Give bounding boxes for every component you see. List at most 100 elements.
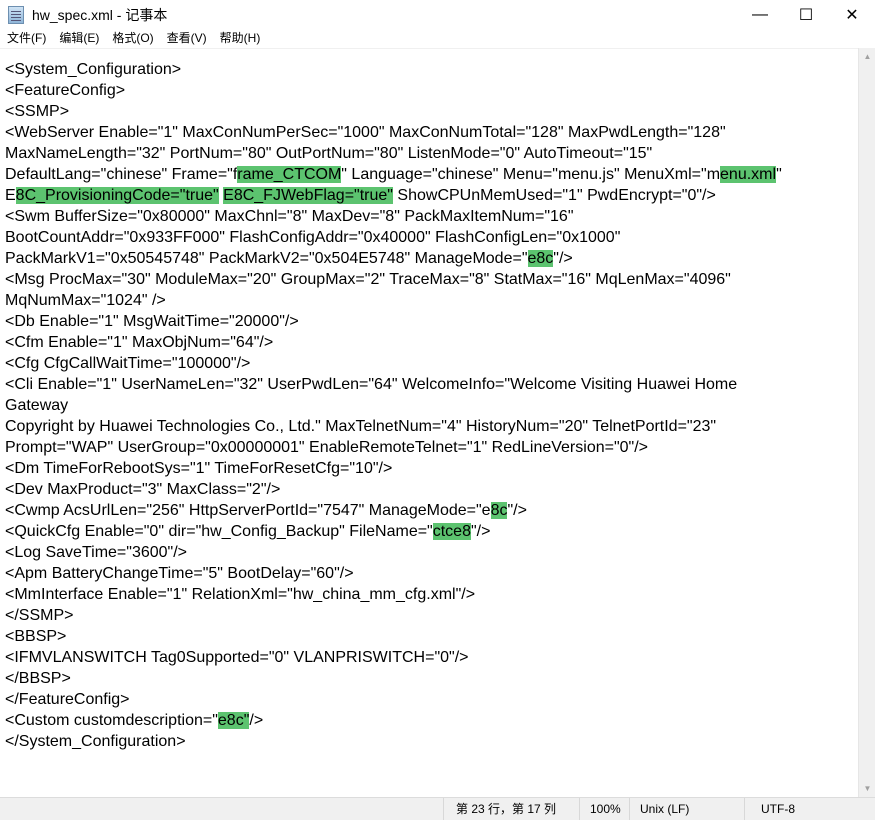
text-segment: Copyright by Huawei Technologies Co., Lt… xyxy=(5,418,717,435)
close-button[interactable]: ✕ xyxy=(829,0,875,30)
text-line: <Apm BatteryChangeTime="5" BootDelay="60… xyxy=(5,563,354,584)
text-segment: <Cwmp AcsUrlLen="256" HttpServerPortId="… xyxy=(5,502,491,519)
text-segment: <System_Configuration> xyxy=(5,61,182,78)
text-line: <Custom customdescription="e8c"/> xyxy=(5,710,263,731)
scroll-down-icon[interactable]: ▼ xyxy=(859,780,875,797)
text-segment: " xyxy=(776,166,782,183)
window-title: hw_spec.xml - 记事本 xyxy=(32,7,168,23)
title-bar: hw_spec.xml - 记事本 — ☐ ✕ xyxy=(0,0,875,30)
zoom-level: 100% xyxy=(579,798,629,820)
text-segment: </System_Configuration> xyxy=(5,733,186,750)
text-line: <Msg ProcMax="30" ModuleMax="20" GroupMa… xyxy=(5,269,731,290)
text-segment: <FeatureConfig> xyxy=(5,82,126,99)
text-segment: MaxNameLength="32" PortNum="80" OutPortN… xyxy=(5,145,653,162)
highlighted-text: e8c" xyxy=(217,712,250,729)
text-segment: <Msg ProcMax="30" ModuleMax="20" GroupMa… xyxy=(5,271,731,288)
menu-edit[interactable]: 编辑(E) xyxy=(52,30,105,48)
text-line: </SSMP> xyxy=(5,605,73,626)
menu-file[interactable]: 文件(F) xyxy=(0,30,52,48)
menu-bar: 文件(F) 编辑(E) 格式(O) 查看(V) 帮助(H) xyxy=(0,30,875,48)
text-segment: <Swm BufferSize="0x80000" MaxChnl="8" Ma… xyxy=(5,208,574,225)
text-line: <FeatureConfig> xyxy=(5,80,125,101)
menu-format[interactable]: 格式(O) xyxy=(105,30,159,48)
minimize-button[interactable]: — xyxy=(737,0,783,30)
highlighted-text: enu.xml xyxy=(720,166,777,183)
text-segment: DefaultLang="chinese" Frame="f xyxy=(5,166,238,183)
text-line: <Log SaveTime="3600"/> xyxy=(5,542,187,563)
text-segment: <WebServer Enable="1" MaxConNumPerSec="1… xyxy=(5,124,726,141)
text-line: <Cfg CfgCallWaitTime="100000"/> xyxy=(5,353,250,374)
text-line: <IFMVLANSWITCH Tag0Supported="0" VLANPRI… xyxy=(5,647,468,668)
text-segment: </SSMP> xyxy=(5,607,74,624)
text-segment: "/> xyxy=(507,502,527,519)
text-line: <Cli Enable="1" UserNameLen="32" UserPwd… xyxy=(5,374,737,395)
text-line: </BBSP> xyxy=(5,668,71,689)
text-segment: Prompt="WAP" UserGroup="0x00000001" Enab… xyxy=(5,439,648,456)
text-line: BootCountAddr="0x933FF000" FlashConfigAd… xyxy=(5,227,620,248)
maximize-button[interactable]: ☐ xyxy=(783,0,829,30)
text-segment: <Apm BatteryChangeTime="5" BootDelay="60… xyxy=(5,565,354,582)
line-ending: Unix (LF) xyxy=(629,798,744,820)
text-line: <WebServer Enable="1" MaxConNumPerSec="1… xyxy=(5,122,726,143)
cursor-position: 第 23 行，第 17 列 xyxy=(443,798,579,820)
text-line: <Db Enable="1" MsgWaitTime="20000"/> xyxy=(5,311,299,332)
text-line: MaxNameLength="32" PortNum="80" OutPortN… xyxy=(5,143,652,164)
text-segment: "/> xyxy=(553,250,573,267)
text-line: Prompt="WAP" UserGroup="0x00000001" Enab… xyxy=(5,437,648,458)
text-segment: <Log SaveTime="3600"/> xyxy=(5,544,187,561)
highlighted-text: ctce8 xyxy=(432,523,471,540)
highlighted-text: rame_CTCOM xyxy=(237,166,342,183)
text-segment: <Cfg CfgCallWaitTime="100000"/> xyxy=(5,355,251,372)
text-segment: <Dev MaxProduct="3" MaxClass="2"/> xyxy=(5,481,281,498)
text-editor[interactable]: <System_Configuration> <FeatureConfig> <SS… xyxy=(0,48,858,797)
text-line: DefaultLang="chinese" Frame="frame_CTCOM… xyxy=(5,164,782,185)
highlighted-text: e8c xyxy=(527,250,554,267)
text-line: </System_Configuration> xyxy=(5,731,186,752)
text-segment: <QuickCfg Enable="0" dir="hw_Config_Back… xyxy=(5,523,433,540)
text-line: MqNumMax="1024" /> xyxy=(5,290,166,311)
text-line: <Cfm Enable="1" MaxObjNum="64"/> xyxy=(5,332,273,353)
status-bar: 第 23 行，第 17 列 100% Unix (LF) UTF-8 xyxy=(0,797,875,820)
text-segment: "/> xyxy=(470,523,491,540)
scroll-up-icon[interactable]: ▲ xyxy=(859,48,875,65)
text-line: </FeatureConfig> xyxy=(5,689,130,710)
menu-help[interactable]: 帮助(H) xyxy=(213,30,267,48)
text-segment: PackMarkV1="0x50545748" PackMarkV2="0x50… xyxy=(5,250,528,267)
encoding: UTF-8 xyxy=(744,798,875,820)
text-segment: <IFMVLANSWITCH Tag0Supported="0" VLANPRI… xyxy=(5,649,469,666)
text-line: <Swm BufferSize="0x80000" MaxChnl="8" Ma… xyxy=(5,206,574,227)
text-line: <QuickCfg Enable="0" dir="hw_Config_Back… xyxy=(5,521,490,542)
notepad-icon xyxy=(8,6,24,24)
text-line: E8C_ProvisioningCode="true" E8C_FJWebFla… xyxy=(5,185,716,206)
text-line: <BBSP> xyxy=(5,626,66,647)
text-segment: MqNumMax="1024" /> xyxy=(5,292,166,309)
menu-view[interactable]: 查看(V) xyxy=(160,30,213,48)
text-line: <System_Configuration> xyxy=(5,59,181,80)
text-segment: <BBSP> xyxy=(5,628,67,645)
text-segment: <Dm TimeForRebootSys="1" TimeForResetCfg… xyxy=(5,460,393,477)
text-segment: /> xyxy=(249,712,264,729)
text-segment: </BBSP> xyxy=(5,670,71,687)
highlighted-text: E8C_FJWebFlag="true" xyxy=(223,187,393,204)
text-line: <Dm TimeForRebootSys="1" TimeForResetCfg… xyxy=(5,458,392,479)
text-line: <Dev MaxProduct="3" MaxClass="2"/> xyxy=(5,479,280,500)
text-line: PackMarkV1="0x50545748" PackMarkV2="0x50… xyxy=(5,248,573,269)
text-segment: </FeatureConfig> xyxy=(5,691,130,708)
highlighted-text: 8c xyxy=(490,502,508,519)
text-line: <MmInterface Enable="1" RelationXml="hw_… xyxy=(5,584,475,605)
text-line: Copyright by Huawei Technologies Co., Lt… xyxy=(5,416,716,437)
text-segment: <Db Enable="1" MsgWaitTime="20000"/> xyxy=(5,313,299,330)
vertical-scrollbar[interactable]: ▲ ▼ xyxy=(858,48,875,797)
text-segment: BootCountAddr="0x933FF000" FlashConfigAd… xyxy=(5,229,621,246)
text-segment: <MmInterface Enable="1" RelationXml="hw_… xyxy=(5,586,476,603)
text-segment: <Custom customdescription=" xyxy=(5,712,218,729)
text-line: <Cwmp AcsUrlLen="256" HttpServerPortId="… xyxy=(5,500,527,521)
text-segment: ShowCPUnMemUsed="1" PwdEncrypt="0"/> xyxy=(392,187,716,204)
text-segment: " Language="chinese" Menu="menu.js" Menu… xyxy=(341,166,721,183)
text-segment: <SSMP> xyxy=(5,103,70,120)
text-segment: E xyxy=(5,187,16,204)
text-line: <SSMP> xyxy=(5,101,69,122)
text-line: Gateway xyxy=(5,395,68,416)
text-segment: Gateway xyxy=(5,397,69,414)
text-segment: <Cfm Enable="1" MaxObjNum="64"/> xyxy=(5,334,274,351)
